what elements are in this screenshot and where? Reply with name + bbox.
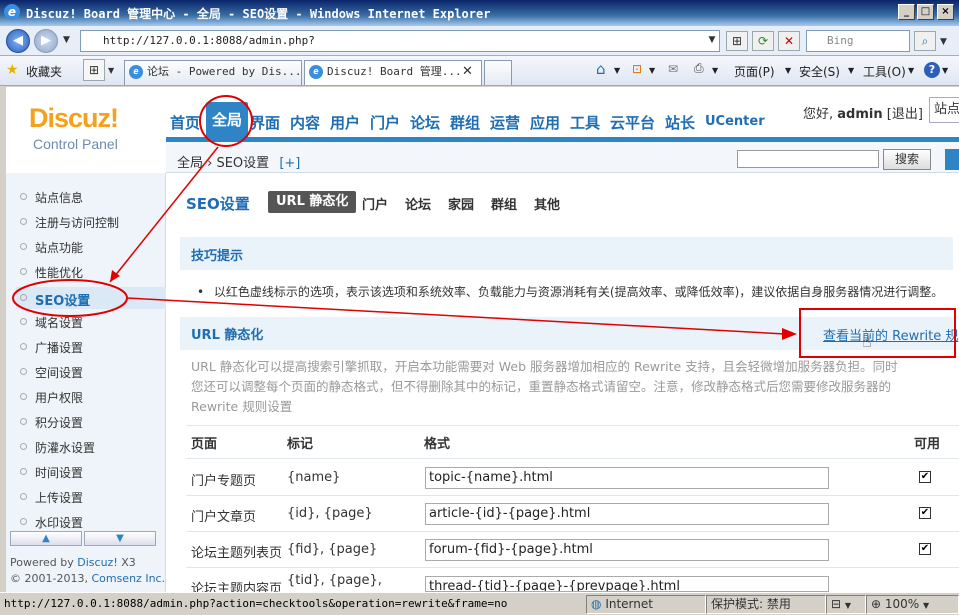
highlight-box-rewrite bbox=[799, 308, 956, 358]
protected-mode-cell[interactable]: 保护模式: 禁用 bbox=[706, 595, 826, 614]
zone-label: Internet bbox=[605, 597, 653, 611]
highlight-circle-seo bbox=[12, 279, 128, 317]
zoom-icon: ⊕ bbox=[871, 597, 882, 611]
globe-icon: ◍ bbox=[591, 597, 602, 611]
status-url: http://127.0.0.1:8088/admin.php?action=c… bbox=[4, 597, 508, 610]
zoom-label: 100% bbox=[884, 597, 920, 611]
zone-cell: ◍ Internet bbox=[586, 595, 706, 614]
arrow-global-to-seo bbox=[109, 146, 219, 283]
dropdown-icon: ▼ bbox=[844, 601, 852, 610]
zoom-dropdown-icon: ▼ bbox=[923, 601, 930, 610]
zoom-cell[interactable]: ⊕ 100% ▼ bbox=[866, 595, 959, 614]
red-annotations bbox=[12, 95, 956, 358]
status-bar: http://127.0.0.1:8088/admin.php?action=c… bbox=[0, 592, 959, 615]
lock-icon: ⊟ bbox=[831, 597, 842, 611]
highlight-circle-global bbox=[199, 95, 253, 147]
arrowhead-icon bbox=[782, 328, 797, 340]
security-status-cell[interactable]: ⊟ ▼ bbox=[826, 595, 866, 614]
arrow-seo-to-rewrite bbox=[126, 297, 786, 335]
